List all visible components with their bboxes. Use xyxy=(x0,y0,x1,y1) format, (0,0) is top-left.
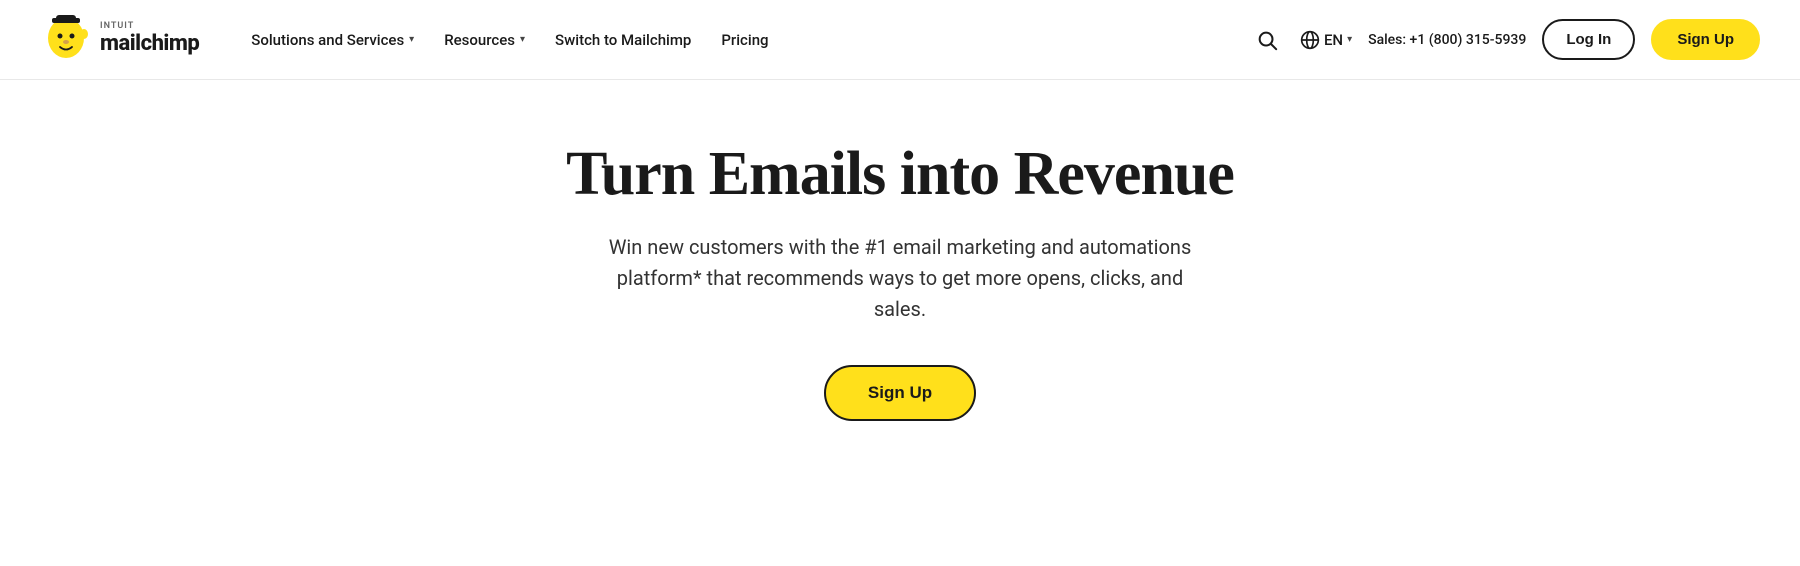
search-icon xyxy=(1256,29,1278,51)
hero-section: Turn Emails into Revenue Win new custome… xyxy=(0,80,1800,461)
nav-right: EN ▾ Sales: +1 (800) 315-5939 Log In Sig… xyxy=(1250,19,1760,60)
nav-solutions-services[interactable]: Solutions and Services ▾ xyxy=(239,23,426,57)
nav-pricing[interactable]: Pricing xyxy=(709,23,780,57)
hero-subtitle: Win new customers with the #1 email mark… xyxy=(600,232,1200,325)
chevron-down-icon: ▾ xyxy=(520,34,525,45)
navbar: INTUIT mailchimp Solutions and Services … xyxy=(0,0,1800,80)
nav-switch-to-mailchimp[interactable]: Switch to Mailchimp xyxy=(543,23,703,57)
signup-nav-button[interactable]: Sign Up xyxy=(1651,19,1760,60)
login-button[interactable]: Log In xyxy=(1542,19,1635,60)
chevron-down-icon: ▾ xyxy=(409,34,414,45)
language-selector[interactable]: EN ▾ xyxy=(1300,30,1352,50)
chevron-down-icon: ▾ xyxy=(1347,34,1352,45)
signup-hero-button[interactable]: Sign Up xyxy=(824,365,976,421)
globe-icon xyxy=(1300,30,1320,50)
sales-phone: Sales: +1 (800) 315-5939 xyxy=(1368,32,1526,48)
nav-links: Solutions and Services ▾ Resources ▾ Swi… xyxy=(239,23,1250,57)
hero-title: Turn Emails into Revenue xyxy=(566,140,1234,208)
logo[interactable]: INTUIT mailchimp xyxy=(40,14,199,66)
mailchimp-logo-icon xyxy=(40,14,92,66)
search-button[interactable] xyxy=(1250,23,1284,57)
nav-resources[interactable]: Resources ▾ xyxy=(432,23,537,57)
